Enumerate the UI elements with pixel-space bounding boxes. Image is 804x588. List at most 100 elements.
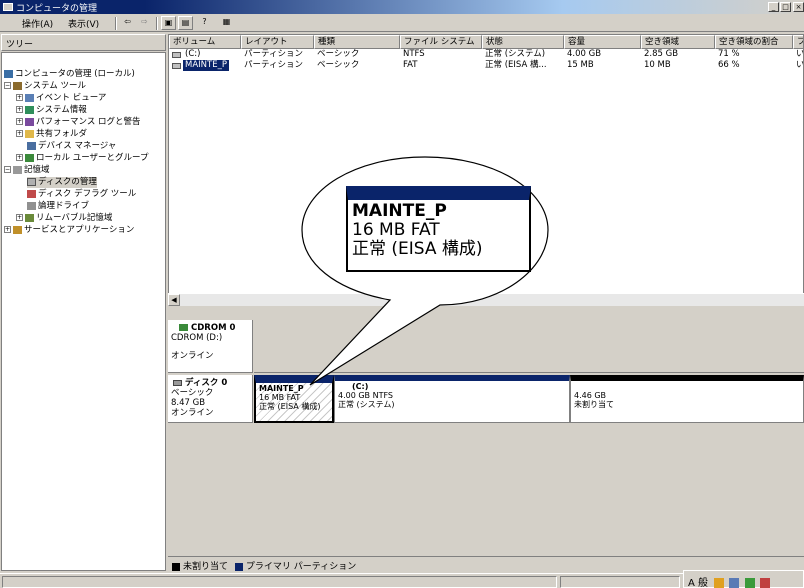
legend-primary: プライマリ パーティション bbox=[245, 562, 357, 572]
column-header[interactable]: 空き領域 bbox=[641, 35, 715, 49]
services-icon bbox=[13, 225, 22, 234]
tree-item-disk-management[interactable]: ディスクの管理 bbox=[27, 177, 97, 188]
column-header[interactable]: レイアウト bbox=[241, 35, 314, 49]
performance-icon bbox=[25, 117, 34, 126]
help-icon[interactable]: ? bbox=[197, 16, 212, 30]
tree-item-shared-folders[interactable]: + 共有フォルダ bbox=[16, 129, 87, 140]
storage-icon bbox=[13, 165, 22, 174]
drive-icon bbox=[172, 52, 181, 58]
partition-status: 正常 (EISA 構成) bbox=[259, 402, 321, 411]
defrag-icon bbox=[27, 189, 36, 198]
pad-icon[interactable] bbox=[729, 578, 740, 588]
expand-icon[interactable]: + bbox=[16, 154, 23, 161]
tree-item-computer-management[interactable]: コンピュータの管理 (ローカル) bbox=[4, 69, 135, 80]
status-panel bbox=[560, 576, 680, 588]
disk0-type: ベーシック bbox=[171, 388, 214, 398]
collapse-icon[interactable]: − bbox=[4, 166, 11, 173]
tree-pane: コンピュータの管理 (ローカル) − システム ツール + イベント ビューア + シ… bbox=[1, 52, 166, 571]
tree-item-system-tools[interactable]: − システム ツール bbox=[4, 81, 86, 92]
disk0-size: 8.47 GB bbox=[171, 398, 206, 408]
tree-item-storage[interactable]: − 記憶域 bbox=[4, 165, 50, 176]
partition-name bbox=[574, 382, 800, 391]
zoom-name: MAINTE_P bbox=[352, 201, 447, 221]
legend-unallocated: 未割り当て bbox=[183, 562, 229, 572]
input-mode[interactable]: A 般 bbox=[688, 578, 708, 588]
expand-icon[interactable]: + bbox=[16, 130, 23, 137]
show-tree-icon[interactable]: ▤ bbox=[178, 16, 193, 30]
up-level-icon[interactable]: ▣ bbox=[161, 16, 176, 30]
column-header[interactable]: 種類 bbox=[314, 35, 400, 49]
tools-icon bbox=[13, 81, 22, 90]
drive-icon bbox=[172, 63, 181, 69]
partition-status: 未割り当て bbox=[574, 400, 614, 409]
properties-icon[interactable]: ▦ bbox=[219, 16, 234, 30]
computer-icon bbox=[4, 69, 13, 78]
disk0-info[interactable]: ディスク 0 ベーシック 8.47 GB オンライン bbox=[168, 375, 253, 423]
event-viewer-icon bbox=[25, 93, 34, 102]
help-tray-icon[interactable] bbox=[744, 578, 755, 588]
toolbar-separator bbox=[115, 17, 117, 30]
close-button[interactable]: × bbox=[793, 2, 804, 12]
menu-view[interactable]: 表示(V) bbox=[68, 17, 99, 30]
status-panel bbox=[2, 576, 557, 588]
tree-item-removable-storage[interactable]: + リムーバブル記憶域 bbox=[16, 213, 112, 224]
disk0-name: ディスク 0 bbox=[185, 378, 228, 388]
device-manager-icon bbox=[27, 141, 36, 150]
ime-icon[interactable] bbox=[714, 578, 725, 588]
column-header[interactable]: 容量 bbox=[564, 35, 641, 49]
cdrom-name: CDROM 0 bbox=[191, 323, 236, 333]
column-header[interactable]: フォ bbox=[793, 35, 803, 49]
expand-icon[interactable]: + bbox=[16, 94, 23, 101]
app-icon bbox=[3, 3, 13, 11]
column-header[interactable]: ファイル システム bbox=[400, 35, 482, 49]
expand-icon[interactable]: + bbox=[4, 226, 11, 233]
tree-item-system-info[interactable]: + システム情報 bbox=[16, 105, 87, 116]
tree-item-event-viewer[interactable]: + イベント ビューア bbox=[16, 93, 106, 104]
tree-item-services-apps[interactable]: + サービスとアプリケーション bbox=[4, 225, 134, 236]
primary-swatch bbox=[234, 562, 243, 571]
tree-item-logical-drives[interactable]: 論理ドライブ bbox=[27, 201, 89, 212]
minimize-button[interactable]: _ bbox=[768, 2, 779, 12]
system-info-icon bbox=[25, 105, 34, 114]
menu-action[interactable]: 操作(A) bbox=[22, 17, 53, 30]
shared-folder-icon bbox=[25, 129, 34, 138]
back-arrow-icon[interactable]: ⇦ bbox=[120, 16, 135, 30]
zoomed-partition: MAINTE_P 16 MB FAT 正常 (EISA 構成) bbox=[346, 186, 531, 272]
column-header[interactable]: ボリューム bbox=[169, 35, 241, 49]
cdrom-drive: CDROM (D:) bbox=[171, 333, 223, 343]
tree-item-local-users[interactable]: + ローカル ユーザーとグループ bbox=[16, 153, 149, 164]
partition-size: 4.46 GB bbox=[574, 391, 607, 400]
users-icon bbox=[25, 153, 34, 162]
logical-drive-icon bbox=[27, 201, 36, 210]
tree-item-performance-logs[interactable]: + パフォーマンス ログと警告 bbox=[16, 117, 141, 128]
disk-management-icon bbox=[27, 177, 36, 186]
partition-status: 正常 (システム) bbox=[338, 400, 395, 409]
maximize-button[interactable]: □ bbox=[780, 2, 791, 12]
partition-size: 4.00 GB NTFS bbox=[338, 391, 393, 400]
partition-unallocated[interactable]: 4.46 GB 未割り当て bbox=[570, 375, 804, 423]
column-header[interactable]: 状態 bbox=[482, 35, 564, 49]
cdrom-info[interactable]: CDROM 0 CDROM (D:) オンライン bbox=[168, 320, 253, 373]
expand-icon[interactable]: + bbox=[16, 118, 23, 125]
partition-size: 16 MB FAT bbox=[259, 393, 301, 402]
expand-icon[interactable]: + bbox=[16, 214, 23, 221]
column-header[interactable]: 空き領域の割合 bbox=[715, 35, 793, 49]
zoom-status: 正常 (EISA 構成) bbox=[352, 239, 483, 259]
expand-icon[interactable]: + bbox=[16, 106, 23, 113]
removable-storage-icon bbox=[25, 213, 34, 222]
unallocated-swatch bbox=[172, 562, 180, 571]
cdrom-status: オンライン bbox=[171, 351, 214, 361]
cdrom-icon bbox=[179, 324, 188, 331]
forward-arrow-icon[interactable]: ⇨ bbox=[137, 16, 152, 30]
config-icon[interactable] bbox=[759, 578, 770, 588]
title-bar: コンピュータの管理 _ □ × bbox=[0, 0, 804, 14]
scroll-left-icon[interactable]: ◀ bbox=[168, 294, 180, 306]
tree-item-defrag[interactable]: ディスク デフラグ ツール bbox=[27, 189, 136, 200]
language-bar[interactable]: A 般 bbox=[683, 570, 804, 588]
tree-item-device-manager[interactable]: デバイス マネージャ bbox=[27, 141, 116, 152]
collapse-icon[interactable]: − bbox=[4, 82, 11, 89]
legend: 未割り当て プライマリ パーティション bbox=[168, 556, 804, 572]
toolbar-separator bbox=[156, 17, 158, 30]
disk-icon bbox=[173, 379, 182, 386]
tree-tab[interactable]: ツリー bbox=[1, 34, 166, 51]
